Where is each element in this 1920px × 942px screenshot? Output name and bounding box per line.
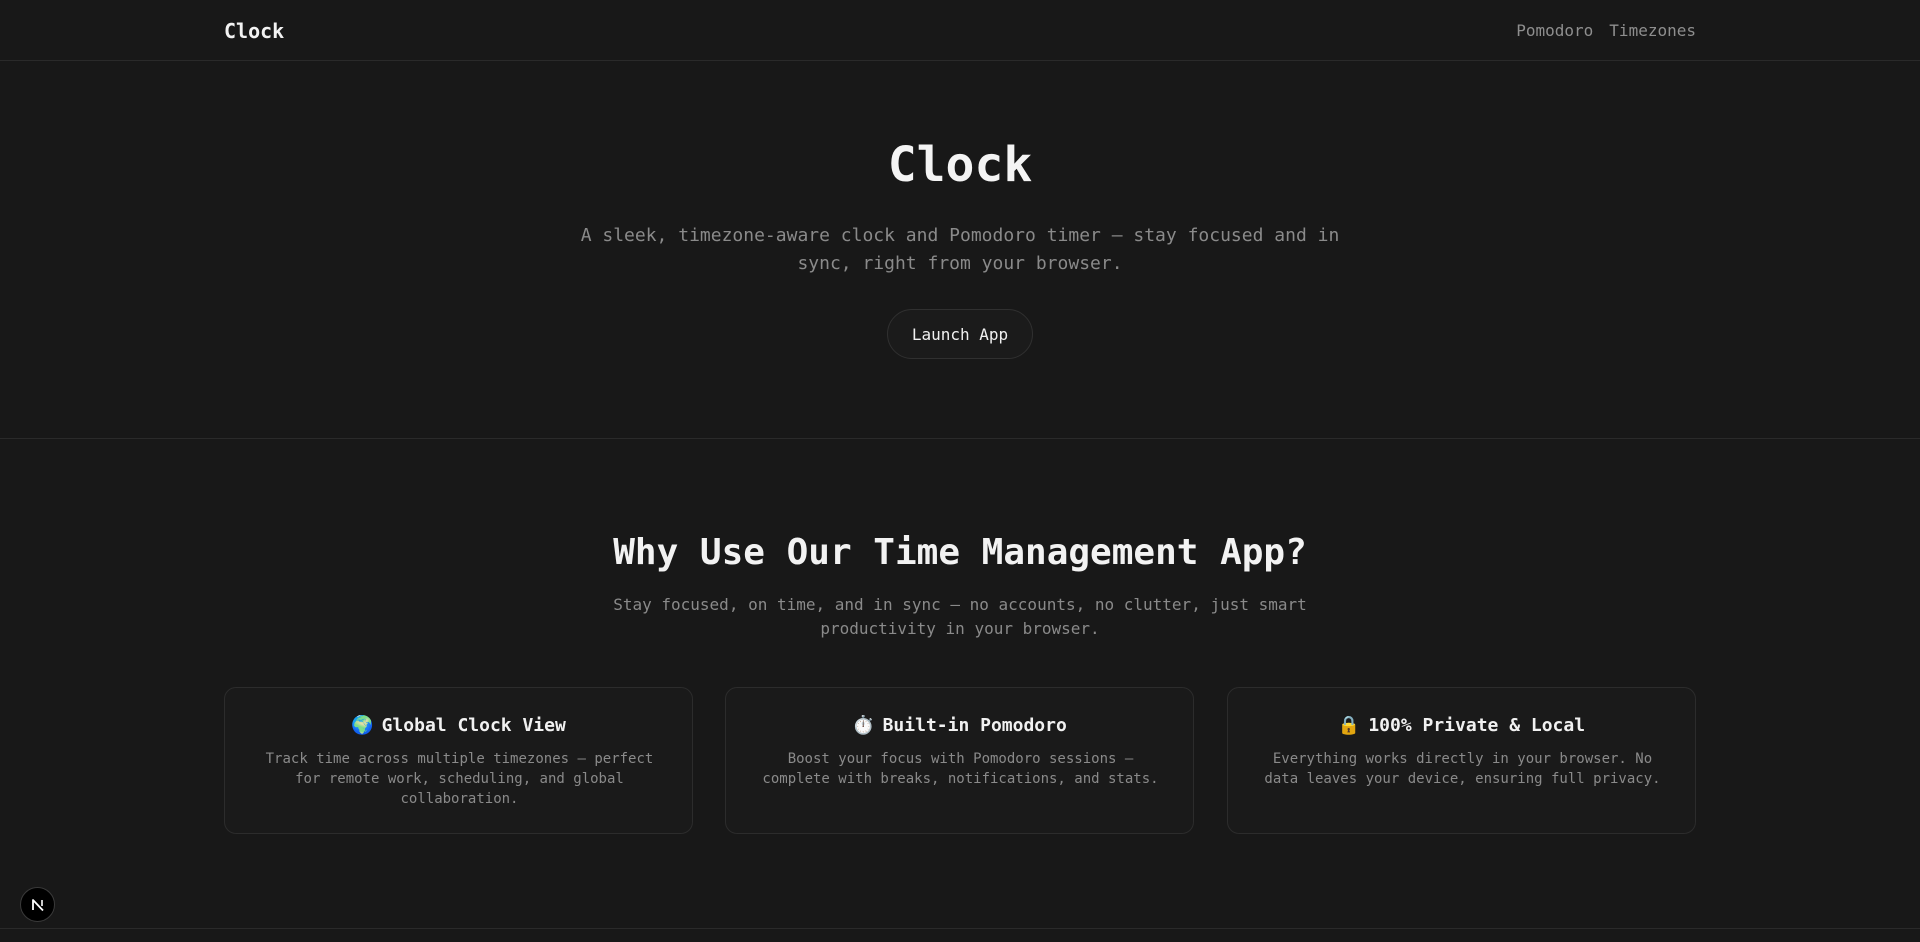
features-subtitle: Stay focused, on time, and in sync — no … bbox=[613, 595, 1307, 638]
top-navbar: Clock Pomodoro Timezones bbox=[0, 0, 1920, 61]
feature-card-global-clock: 🌍 Global Clock View Track time across mul… bbox=[224, 687, 693, 834]
nav-link-timezones[interactable]: Timezones bbox=[1609, 21, 1696, 40]
nav-link-pomodoro[interactable]: Pomodoro bbox=[1516, 21, 1593, 40]
feature-card-title: 🔒 100% Private & Local bbox=[1228, 715, 1695, 736]
hero-title: Clock bbox=[887, 137, 1033, 193]
feature-card-description: Boost your focus with Pomodoro sessions … bbox=[762, 751, 1159, 787]
feature-card-title: ⏱️ Built-in Pomodoro bbox=[726, 715, 1193, 736]
hero-subtitle: A sleek, timezone-aware clock and Pomodo… bbox=[580, 225, 1340, 274]
brand-logo-link[interactable]: Clock bbox=[224, 19, 284, 43]
feature-card-description: Everything works directly in your browse… bbox=[1264, 751, 1661, 787]
launch-app-button[interactable]: Launch App bbox=[887, 309, 1033, 359]
lock-icon: 🔒 bbox=[1337, 715, 1361, 736]
main-nav: Pomodoro Timezones bbox=[1516, 21, 1696, 40]
features-section: Why Use Our Time Management App? Stay fo… bbox=[0, 439, 1920, 929]
feature-card-private: 🔒 100% Private & Local Everything works d… bbox=[1227, 687, 1696, 834]
feature-card-description: Track time across multiple timezones — p… bbox=[265, 751, 654, 807]
features-title: Why Use Our Time Management App? bbox=[613, 532, 1307, 573]
nextjs-icon bbox=[31, 898, 44, 911]
feature-card-title: 🌍 Global Clock View bbox=[225, 715, 692, 736]
stopwatch-icon: ⏱️ bbox=[852, 715, 875, 736]
nextjs-devtools-button[interactable] bbox=[20, 887, 55, 922]
feature-card-title-text: Built-in Pomodoro bbox=[882, 715, 1067, 736]
feature-card-title-text: Global Clock View bbox=[381, 715, 566, 736]
feature-card-pomodoro: ⏱️ Built-in Pomodoro Boost your focus wit… bbox=[725, 687, 1194, 834]
hero-section: Clock A sleek, timezone-aware clock and … bbox=[0, 61, 1920, 439]
globe-icon: 🌍 bbox=[351, 715, 374, 736]
feature-card-title-text: 100% Private & Local bbox=[1368, 715, 1586, 736]
